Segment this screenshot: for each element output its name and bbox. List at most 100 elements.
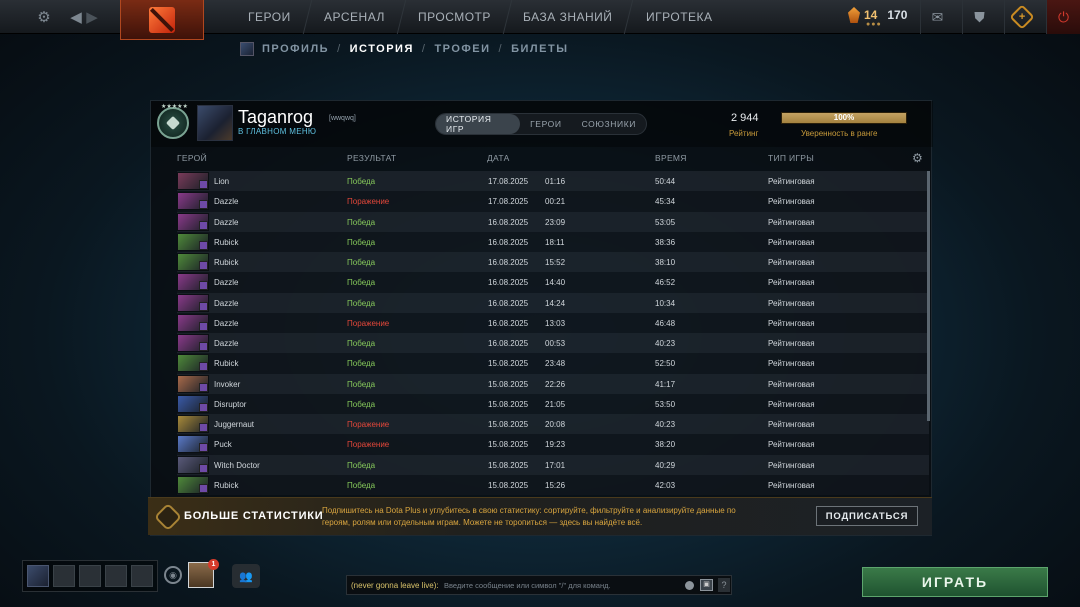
top-navigation-bar: ⚙ ◀ ▶ ГЕРОИ АРСЕНАЛ ПРОСМОТР БАЗА ЗНАНИЙ… bbox=[0, 0, 1080, 40]
subnav-separator: / bbox=[498, 43, 504, 55]
nav-heroes[interactable]: ГЕРОИ bbox=[227, 0, 312, 34]
confidence-value: 100% bbox=[833, 113, 855, 122]
match-date: 15.08.2025 bbox=[488, 359, 529, 369]
hero-badge-icon bbox=[199, 220, 208, 230]
match-result: Поражение bbox=[347, 197, 390, 207]
match-duration: 53:05 bbox=[655, 217, 676, 227]
nav-learn[interactable]: БАЗА ЗНАНИЙ bbox=[503, 0, 635, 34]
currency-display[interactable]: 14 170 ●●● bbox=[848, 7, 907, 28]
table-row[interactable]: Disruptor Победа 15.08.2025 21:05 53:50 Рейти… bbox=[177, 393, 929, 414]
armory-icon[interactable]: ⛊ bbox=[962, 0, 996, 34]
notification-badge: 1 bbox=[208, 559, 219, 570]
game-mode: Рейтинговая bbox=[768, 318, 815, 328]
mail-icon[interactable]: ✉ bbox=[920, 0, 954, 34]
game-mode: Рейтинговая bbox=[768, 440, 815, 450]
hero-portrait bbox=[177, 415, 209, 433]
match-time: 01:16 bbox=[545, 177, 566, 186]
table-row[interactable]: Dazzle Поражение 17.08.2025 00:21 45:34 Рейти… bbox=[177, 191, 929, 212]
match-time: 23:09 bbox=[545, 217, 566, 227]
subnav-trophies[interactable]: ТРОФЕИ bbox=[434, 43, 490, 55]
power-icon[interactable]: ⏻ bbox=[1046, 0, 1080, 34]
hero-name: Dazzle bbox=[214, 298, 239, 308]
match-time: 22:26 bbox=[545, 379, 566, 389]
table-row[interactable]: Dazzle Победа 16.08.2025 14:24 10:34 Рейтинго… bbox=[177, 292, 929, 313]
game-mode: Рейтинговая bbox=[768, 379, 815, 389]
tab-match-history[interactable]: ИСТОРИЯ ИГР bbox=[436, 114, 521, 134]
rating-value: 2 944 bbox=[731, 112, 759, 124]
table-row[interactable]: Lion Победа 17.08.2025 01:16 50:44 Рейтингова… bbox=[177, 171, 929, 192]
subnav-profile[interactable]: ПРОФИЛЬ bbox=[262, 43, 329, 55]
subnav-separator: / bbox=[421, 43, 427, 55]
column-game-mode[interactable]: ТИП ИГРЫ bbox=[768, 153, 814, 163]
match-date: 16.08.2025 bbox=[488, 217, 529, 227]
hero-portrait bbox=[177, 455, 209, 474]
table-row[interactable]: Rubick Победа 16.08.2025 18:11 38:36 Рейтинго… bbox=[177, 231, 929, 252]
tab-allies[interactable]: СОЮЗНИКИ bbox=[572, 114, 646, 134]
friends-icon[interactable]: 👥 bbox=[232, 564, 260, 588]
column-result[interactable]: РЕЗУЛЬТАТ bbox=[347, 153, 396, 163]
column-duration[interactable]: ВРЕМЯ bbox=[655, 153, 687, 163]
match-result: Победа bbox=[347, 480, 376, 490]
match-result: Победа bbox=[347, 237, 376, 247]
table-row[interactable]: Juggernaut Поражение 15.08.2025 20:08 40:23 Р… bbox=[177, 414, 929, 435]
nav-arcade[interactable]: ИГРОТЕКА bbox=[626, 0, 733, 34]
game-mode: Рейтинговая bbox=[768, 480, 815, 490]
gear-icon[interactable]: ⚙ bbox=[32, 5, 56, 29]
party-options-icon[interactable]: ◉ bbox=[164, 566, 182, 584]
chat-input[interactable]: (never gonna leave live): Введите сообще… bbox=[346, 575, 732, 595]
nav-watch[interactable]: ПРОСМОТР bbox=[397, 0, 512, 34]
party-slot-empty[interactable] bbox=[131, 565, 153, 587]
party-slot-empty[interactable] bbox=[53, 565, 75, 587]
match-date: 16.08.2025 bbox=[488, 258, 529, 267]
match-time: 23:48 bbox=[545, 359, 566, 369]
hero-name: Rubick bbox=[214, 359, 239, 369]
player-status: В ГЛАВНОМ МЕНЮ bbox=[238, 127, 317, 136]
party-slot-self[interactable] bbox=[27, 565, 49, 587]
scrollbar-thumb[interactable] bbox=[927, 171, 930, 421]
subnav-tickets[interactable]: БИЛЕТЫ bbox=[511, 43, 568, 55]
avatar[interactable] bbox=[197, 105, 233, 141]
arrow-right-icon[interactable]: ▶ bbox=[80, 5, 104, 29]
table-row[interactable]: Dazzle Победа 16.08.2025 14:40 46:52 Рейтинго… bbox=[177, 272, 929, 293]
profile-subnav: ПРОФИЛЬ / ИСТОРИЯ / ТРОФЕИ / БИЛЕТЫ bbox=[240, 42, 568, 56]
match-time: 15:26 bbox=[545, 480, 566, 490]
match-date: 16.08.2025 bbox=[488, 339, 529, 348]
match-result: Поражение bbox=[347, 318, 390, 328]
match-time: 21:05 bbox=[545, 399, 566, 409]
table-row[interactable]: Rubick Победа 15.08.2025 23:48 52:50 Рейтинго… bbox=[177, 353, 929, 374]
dota-plus-icon[interactable]: + bbox=[1004, 0, 1038, 34]
subscribe-button[interactable]: ПОДПИСАТЬСЯ bbox=[816, 506, 918, 526]
scrollbar[interactable] bbox=[927, 171, 930, 421]
table-row[interactable]: Dazzle Поражение 16.08.2025 13:03 46:48 Рейти… bbox=[177, 312, 929, 333]
table-row[interactable]: Rubick Победа 16.08.2025 15:52 38:10 Рейтинго… bbox=[177, 252, 929, 273]
match-duration: 50:44 bbox=[655, 177, 676, 186]
hero-name: Witch Doctor bbox=[214, 460, 260, 470]
table-row[interactable]: Invoker Победа 15.08.2025 22:26 41:17 Рейтинг… bbox=[177, 373, 929, 394]
table-row[interactable]: Puck Поражение 15.08.2025 19:23 38:20 Рейтинг… bbox=[177, 434, 929, 455]
party-slot-empty[interactable] bbox=[105, 565, 127, 587]
column-hero[interactable]: ГЕРОЙ bbox=[177, 153, 207, 163]
game-mode: Рейтинговая bbox=[768, 237, 815, 247]
hero-badge-icon bbox=[199, 443, 208, 453]
subnav-history[interactable]: ИСТОРИЯ bbox=[350, 43, 414, 55]
table-row[interactable]: Rubick Победа 15.08.2025 15:26 42:03 Рейтинго… bbox=[177, 474, 929, 495]
game-mode: Рейтинговая bbox=[768, 298, 815, 308]
image-icon[interactable]: ▣ bbox=[700, 579, 713, 591]
help-button[interactable]: ? bbox=[718, 578, 730, 592]
gear-icon[interactable]: ⚙ bbox=[912, 151, 923, 165]
player-tag: [wwqwq] bbox=[329, 115, 356, 122]
match-duration: 40:23 bbox=[655, 420, 676, 429]
game-mode: Рейтинговая bbox=[768, 359, 815, 369]
party-slot-empty[interactable] bbox=[79, 565, 101, 587]
table-row[interactable]: Dazzle Победа 16.08.2025 23:09 53:05 Рейтинго… bbox=[177, 211, 929, 232]
table-row[interactable]: Dazzle Победа 16.08.2025 00:53 40:23 Рейтинго… bbox=[177, 333, 929, 354]
rank-medal-icon[interactable] bbox=[157, 107, 189, 139]
tab-heroes[interactable]: ГЕРОИ bbox=[520, 114, 571, 134]
dota-logo-button[interactable] bbox=[120, 0, 204, 40]
emoji-icon[interactable] bbox=[685, 581, 694, 590]
table-row[interactable]: Witch Doctor Победа 15.08.2025 17:01 40:29 Ре… bbox=[177, 454, 929, 475]
column-date[interactable]: ДАТА bbox=[487, 153, 510, 163]
play-button[interactable]: ИГРАТЬ bbox=[862, 567, 1048, 597]
game-mode: Рейтинговая bbox=[768, 217, 815, 227]
nav-armory[interactable]: АРСЕНАЛ bbox=[303, 0, 406, 34]
